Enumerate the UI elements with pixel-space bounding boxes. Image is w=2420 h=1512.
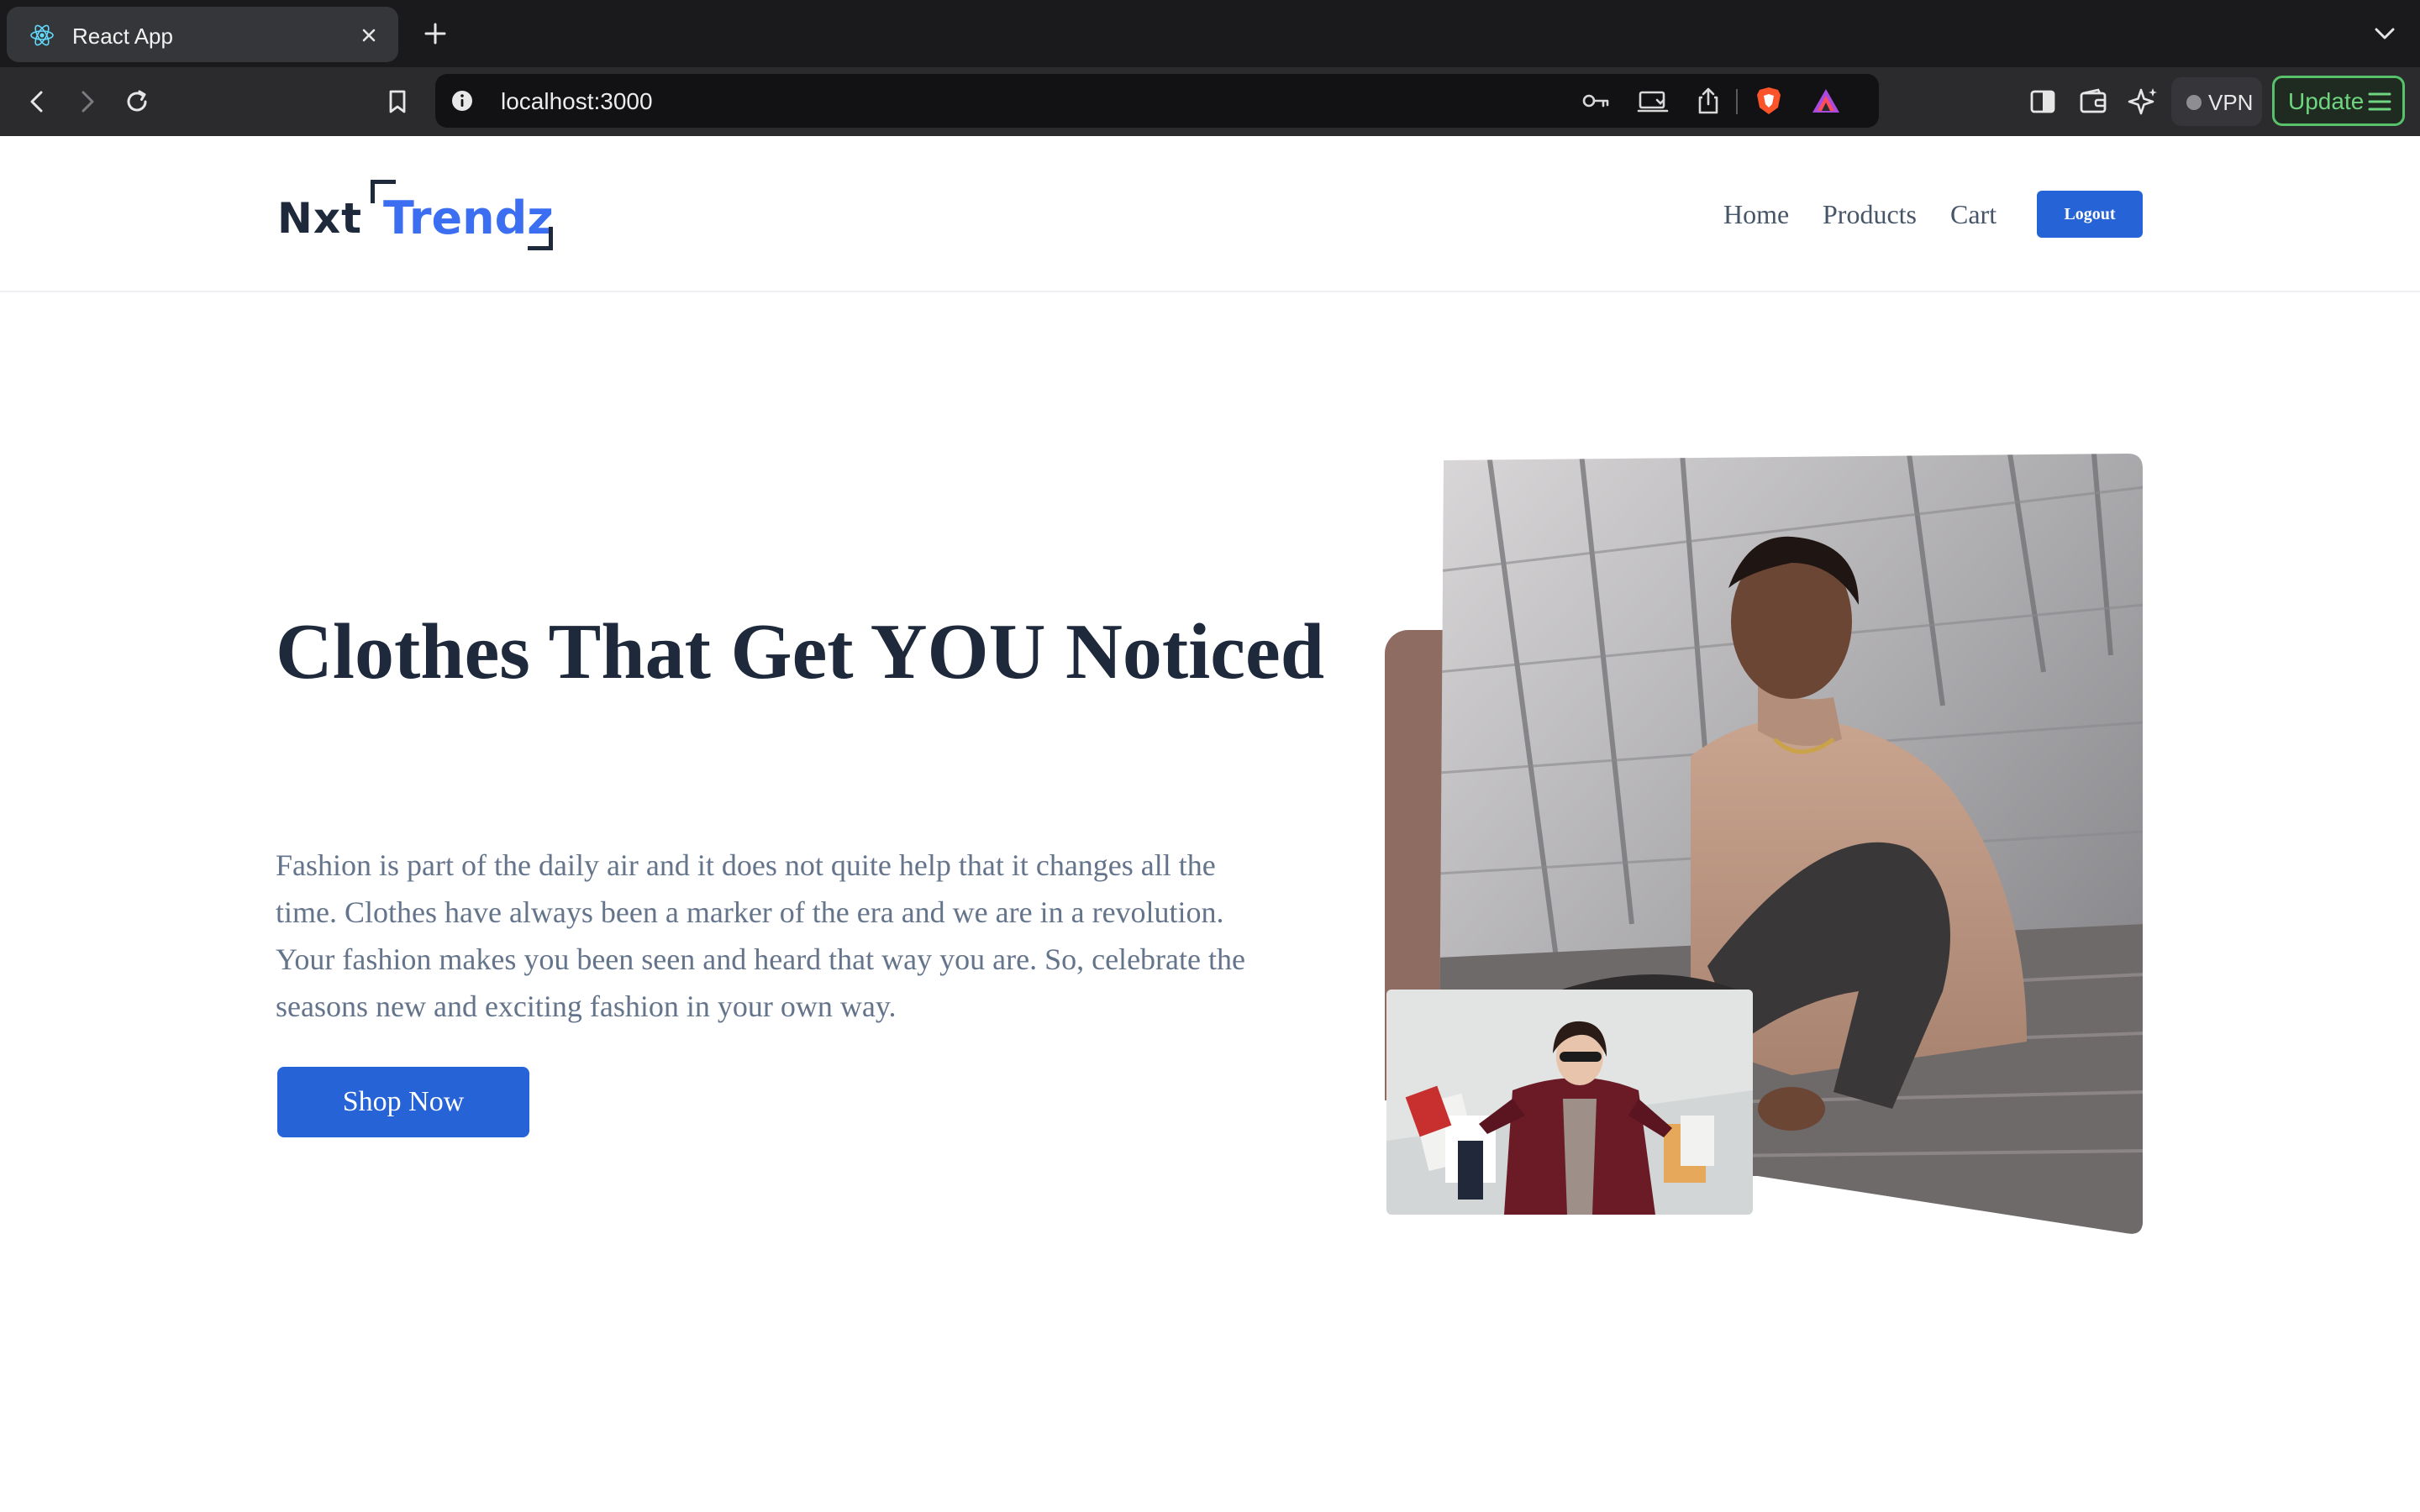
hero-heading: Clothes That Get YOU Noticed [276,608,1325,696]
reload-icon[interactable] [119,84,155,119]
nav-products-link[interactable]: Products [1823,198,1917,230]
update-label: Update [2288,88,2365,114]
nxt-trendz-logo[interactable]: Nxt Trendz [276,180,561,250]
nav-home-link[interactable]: Home [1723,198,1789,230]
forward-arrow-icon[interactable] [69,84,104,119]
browser-toolbar: localhost:3000 VPN Update [0,67,2420,136]
site-header: Nxt Trendz Home Products Cart Logout [0,136,2420,292]
address-bar[interactable]: localhost:3000 [435,74,1879,128]
sidebar-toggle-icon[interactable] [2025,84,2060,119]
model-woman-shopping-photo [1386,990,1753,1215]
info-icon[interactable] [450,89,474,113]
browser-tab-bar: React App [0,0,2420,67]
shop-now-button[interactable]: Shop Now [277,1067,529,1137]
hero-image-collage [1385,454,2144,1236]
hamburger-menu-icon [2368,92,2391,111]
brave-rewards-icon[interactable] [1810,86,1842,116]
wallet-icon[interactable] [2075,84,2111,119]
react-favicon-icon [30,24,54,46]
toolbar-divider [1736,89,1738,114]
vpn-button[interactable]: VPN [2171,77,2262,126]
hero-description: Fashion is part of the daily air and it … [276,848,1245,1023]
chevron-down-icon[interactable] [2370,18,2400,49]
vpn-label: VPN [2208,90,2254,115]
update-button[interactable]: Update [2272,76,2405,126]
nav-cart-link[interactable]: Cart [1950,198,1996,230]
close-icon[interactable] [355,21,383,50]
vpn-status-icon [2186,95,2202,110]
url-text[interactable]: localhost:3000 [501,88,653,115]
logout-button[interactable]: Logout [2037,191,2143,238]
bookmark-icon[interactable] [380,84,415,119]
back-arrow-icon[interactable] [20,84,55,119]
share-icon[interactable] [1692,86,1724,116]
logo-text-nxt: Nxt [277,194,362,243]
browser-tab[interactable]: React App [7,7,398,62]
brave-shields-icon[interactable] [1753,86,1785,116]
logo-bracket-bottom-right [528,227,553,250]
new-tab-plus-icon[interactable] [418,17,452,50]
leo-ai-sparkle-icon[interactable] [2126,84,2161,119]
key-icon[interactable] [1580,86,1612,116]
install-app-icon[interactable] [1637,86,1669,116]
tab-title: React App [72,24,173,49]
